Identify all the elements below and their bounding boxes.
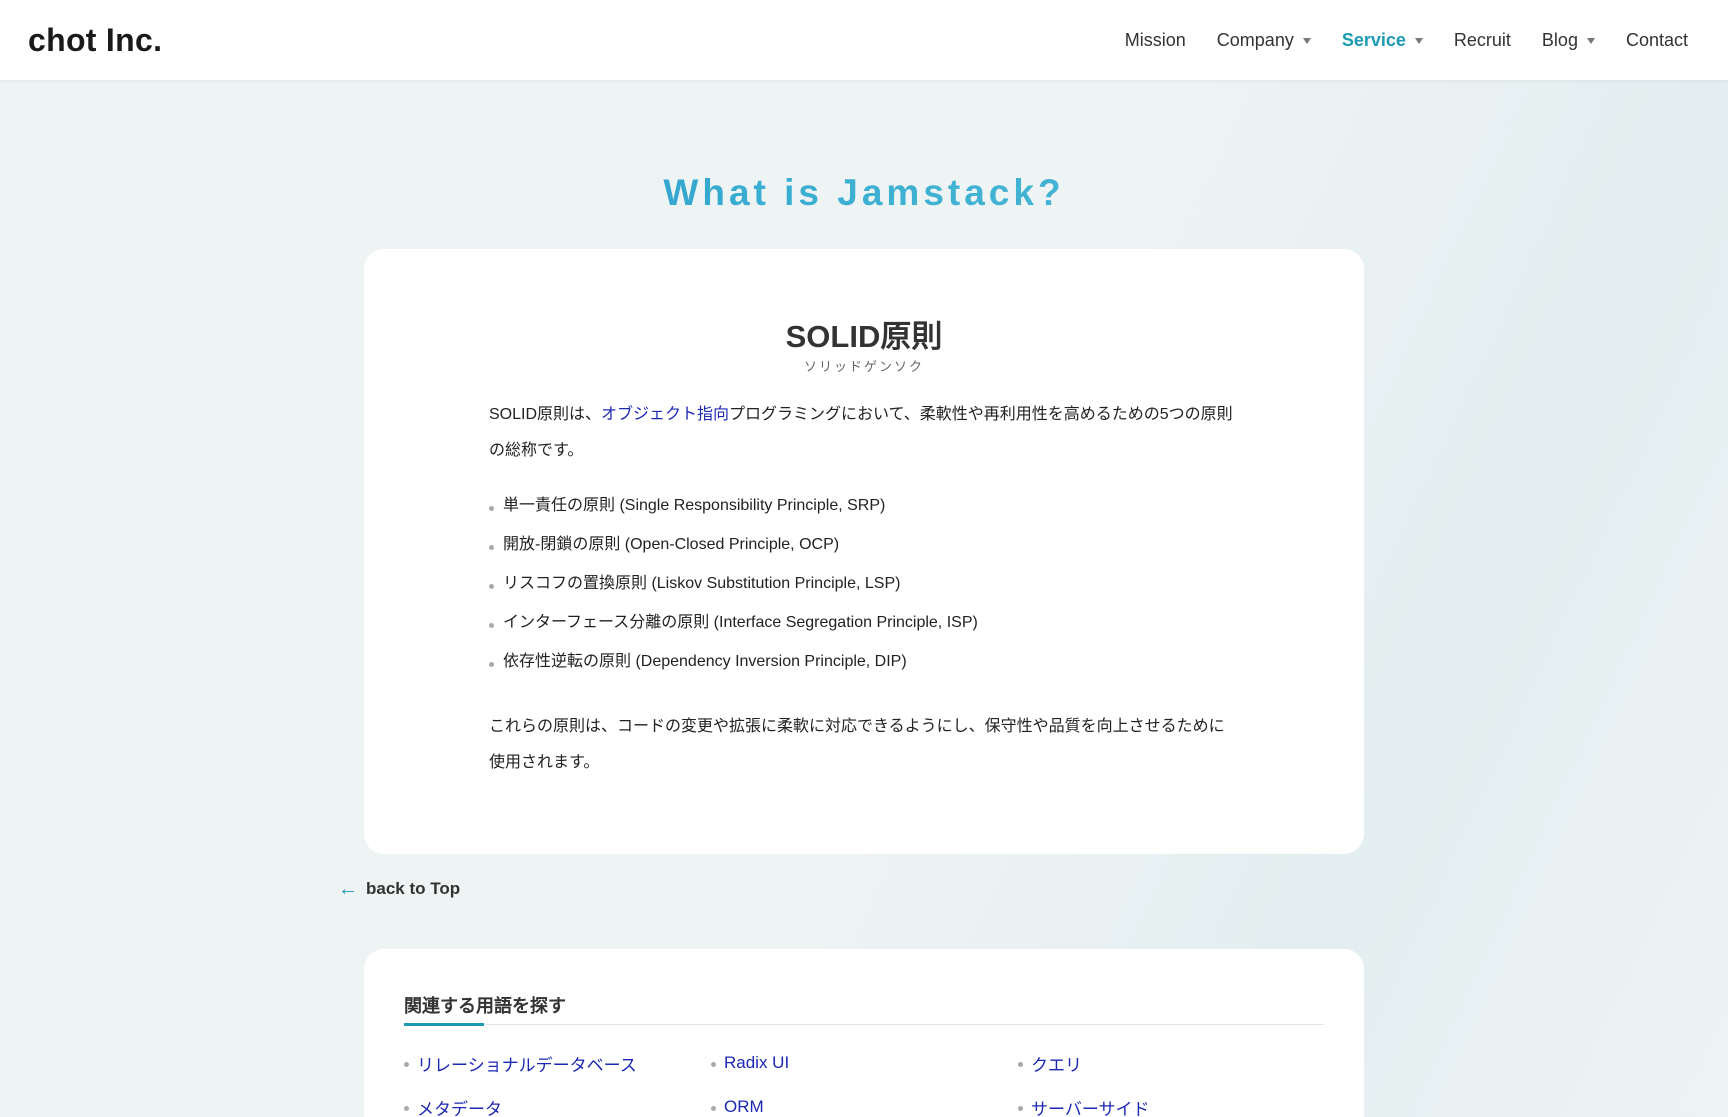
bullet-icon — [489, 662, 494, 667]
related-term-link[interactable]: サーバーサイド — [1031, 1095, 1150, 1117]
principle-text: 依存性逆転の原則 (Dependency Inversion Principle… — [503, 653, 907, 670]
list-item: インターフェース分離の原則 (Interface Segregation Pri… — [489, 611, 978, 650]
bullet-icon — [1018, 1061, 1023, 1067]
nav-recruit-label: Recruit — [1453, 29, 1511, 50]
nav-service[interactable]: Service — [1342, 30, 1423, 51]
nav-contact-label: Contact — [1625, 29, 1688, 50]
nav-recruit[interactable]: Recruit — [1454, 30, 1511, 51]
nav-mission[interactable]: Mission — [1125, 30, 1186, 51]
bullet-icon — [404, 1105, 409, 1111]
bullet-icon — [489, 584, 494, 589]
principle-text: 開放-閉鎖の原則 (Open-Closed Principle, OCP) — [503, 536, 840, 553]
nav-company-label: Company — [1216, 29, 1294, 50]
term-title: SOLID原則 — [785, 319, 943, 354]
related-term-link[interactable]: ORM — [724, 1097, 764, 1117]
caret-down-icon — [1414, 37, 1423, 44]
related-term-item: リレーショナルデータベース — [404, 1049, 711, 1077]
term-card: SOLID原則 ソリッドゲンソク SOLID原則は、オブジェクト指向プログラミン… — [364, 249, 1364, 854]
related-terms-title: 関連する用語を探す — [404, 996, 566, 1016]
related-terms-card: 関連する用語を探す リレーショナルデータベース Radix UI クエリ メタデ… — [364, 949, 1364, 1117]
term-intro-before: SOLID原則は、 — [489, 406, 602, 423]
divider — [404, 1024, 1324, 1025]
bullet-icon — [489, 623, 494, 628]
list-item: リスコフの置換原則 (Liskov Substitution Principle… — [489, 572, 978, 611]
bullet-icon — [711, 1105, 716, 1111]
related-term-item: ORM — [711, 1093, 1018, 1117]
company-logo[interactable]: chot Inc. — [28, 22, 162, 59]
list-item: 開放-閉鎖の原則 (Open-Closed Principle, OCP) — [489, 533, 978, 572]
list-item: 単一責任の原則 (Single Responsibility Principle… — [489, 494, 978, 533]
caret-down-icon — [1586, 37, 1595, 44]
related-terms-grid: リレーショナルデータベース Radix UI クエリ メタデータ ORM サーバ… — [404, 1049, 1324, 1117]
nav-company[interactable]: Company — [1217, 30, 1311, 51]
list-item: 依存性逆転の原則 (Dependency Inversion Principle… — [489, 650, 978, 689]
principles-list: 単一責任の原則 (Single Responsibility Principle… — [489, 494, 978, 689]
bullet-icon — [404, 1061, 409, 1067]
bullet-icon — [489, 545, 494, 550]
principle-text: 単一責任の原則 (Single Responsibility Principle… — [503, 497, 886, 514]
nav-mission-label: Mission — [1124, 29, 1186, 50]
object-oriented-link[interactable]: オブジェクト指向 — [601, 406, 729, 423]
back-to-top-link[interactable]: ← back to Top — [338, 879, 460, 899]
bullet-icon — [489, 506, 494, 511]
main-nav: Mission Company Service Recruit Blog Con… — [1094, 30, 1688, 51]
page-title: What is Jamstack? — [0, 172, 1728, 214]
bullet-icon — [1018, 1105, 1023, 1111]
principle-text: インターフェース分離の原則 (Interface Segregation Pri… — [503, 614, 978, 631]
bullet-icon — [711, 1061, 716, 1067]
nav-contact[interactable]: Contact — [1626, 30, 1688, 51]
page-title-text: What is Jamstack? — [663, 172, 1065, 213]
related-term-item: クエリ — [1018, 1049, 1324, 1077]
nav-service-label: Service — [1341, 29, 1406, 50]
caret-down-icon — [1302, 37, 1311, 44]
title-underline — [404, 1023, 484, 1026]
related-term-item: Radix UI — [711, 1049, 1018, 1077]
site-header: chot Inc. Mission Company Service Recrui… — [0, 0, 1728, 80]
related-term-item: メタデータ — [404, 1093, 711, 1117]
related-term-link[interactable]: クエリ — [1031, 1051, 1082, 1076]
term-intro: SOLID原則は、オブジェクト指向プログラミングにおいて、柔軟性や再利用性を高め… — [489, 397, 1239, 469]
related-term-link[interactable]: メタデータ — [417, 1095, 502, 1117]
related-term-item: サーバーサイド — [1018, 1093, 1324, 1117]
related-term-link[interactable]: Radix UI — [724, 1053, 789, 1073]
nav-blog[interactable]: Blog — [1542, 30, 1595, 51]
nav-blog-label: Blog — [1541, 29, 1578, 50]
term-reading: ソリッドゲンソク — [803, 359, 924, 374]
principle-text: リスコフの置換原則 (Liskov Substitution Principle… — [503, 575, 901, 592]
arrow-left-icon: ← — [338, 878, 358, 900]
back-to-top-label: back to Top — [366, 879, 461, 898]
term-closing: これらの原則は、コードの変更や拡張に柔軟に対応できるようにし、保守性や品質を向上… — [489, 718, 1225, 771]
related-term-link[interactable]: リレーショナルデータベース — [417, 1051, 637, 1076]
